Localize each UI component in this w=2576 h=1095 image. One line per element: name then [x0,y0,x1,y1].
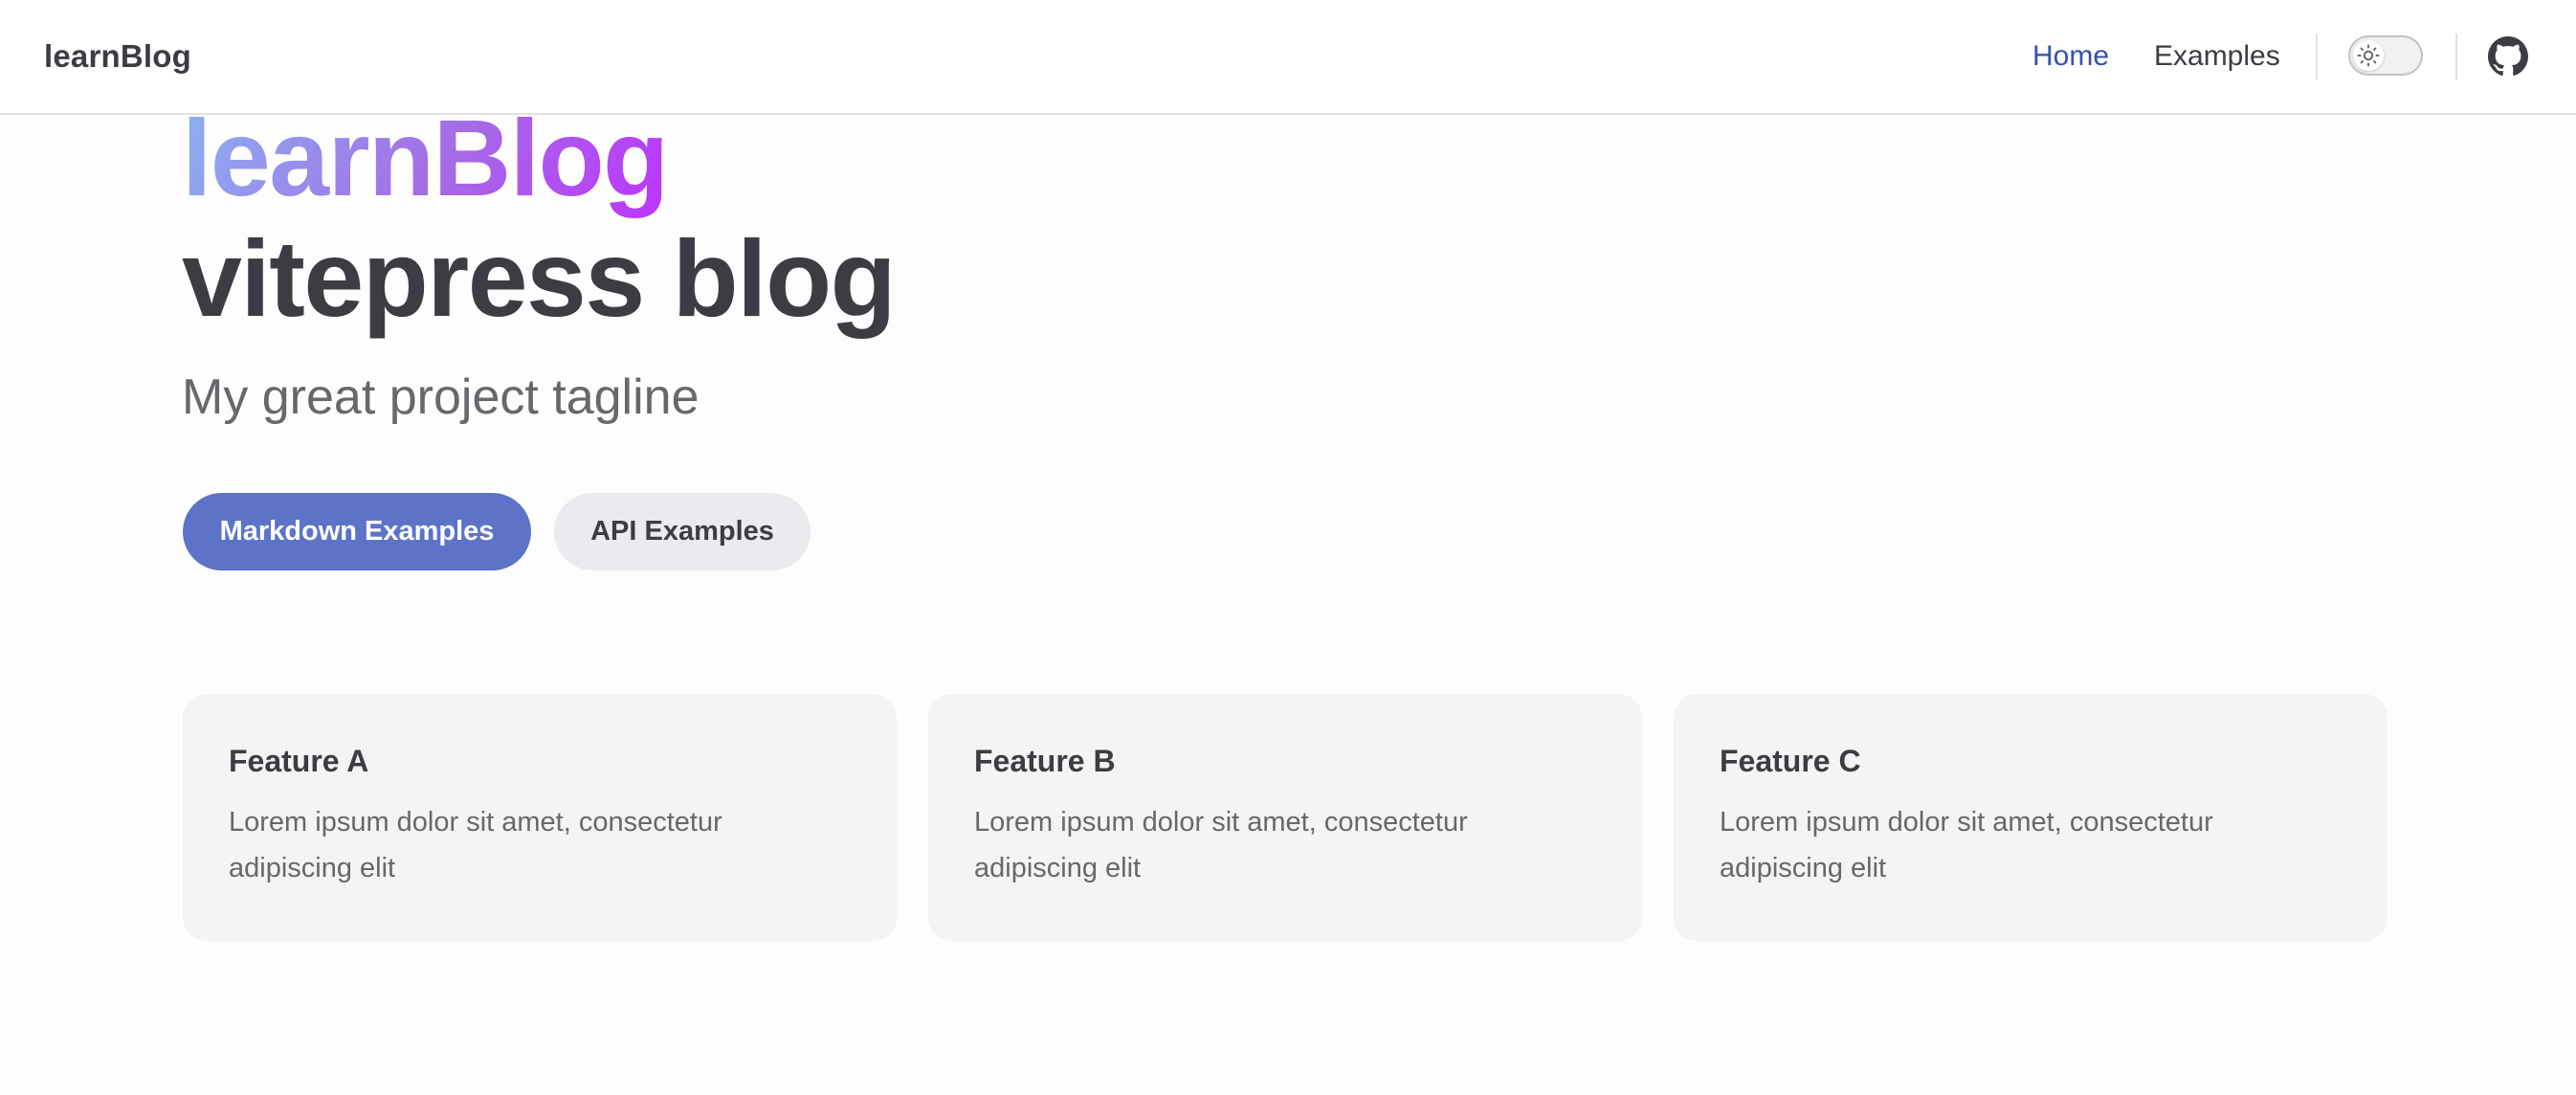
feature-card-c: Feature C Lorem ipsum dolor sit amet, co… [1674,694,2387,941]
feature-title: Feature A [229,744,369,778]
github-link[interactable] [2488,36,2528,77]
site-title-link[interactable]: learnBlog [44,34,191,78]
toggle-knob [2353,40,2384,71]
feature-title: Feature C [1720,744,1861,778]
github-icon [2488,36,2528,76]
feature-card-a: Feature A Lorem ipsum dolor sit amet, co… [183,694,897,941]
theme-toggle-switch[interactable] [2348,35,2423,76]
feature-title: Feature B [974,744,1116,778]
feature-card-b: Feature B Lorem ipsum dolor sit amet, co… [928,694,1642,941]
top-navbar: learnBlog Home Examples [0,0,2576,115]
markdown-examples-button[interactable]: Markdown Examples [183,493,531,570]
sun-icon [2357,44,2380,67]
hero-tagline: My great project tagline [182,369,700,425]
nav-divider [2455,34,2457,79]
api-examples-button[interactable]: API Examples [554,493,811,570]
nav-divider [2316,34,2318,79]
hero-text: vitepress blog [182,218,897,339]
nav-link-home[interactable]: Home [2032,36,2109,77]
nav-link-examples[interactable]: Examples [2154,36,2280,77]
feature-details: Lorem ipsum dolor sit amet, consectetur … [229,807,722,883]
feature-details: Lorem ipsum dolor sit amet, consectetur … [974,807,1468,883]
feature-details: Lorem ipsum dolor sit amet, consectetur … [1720,807,2213,883]
